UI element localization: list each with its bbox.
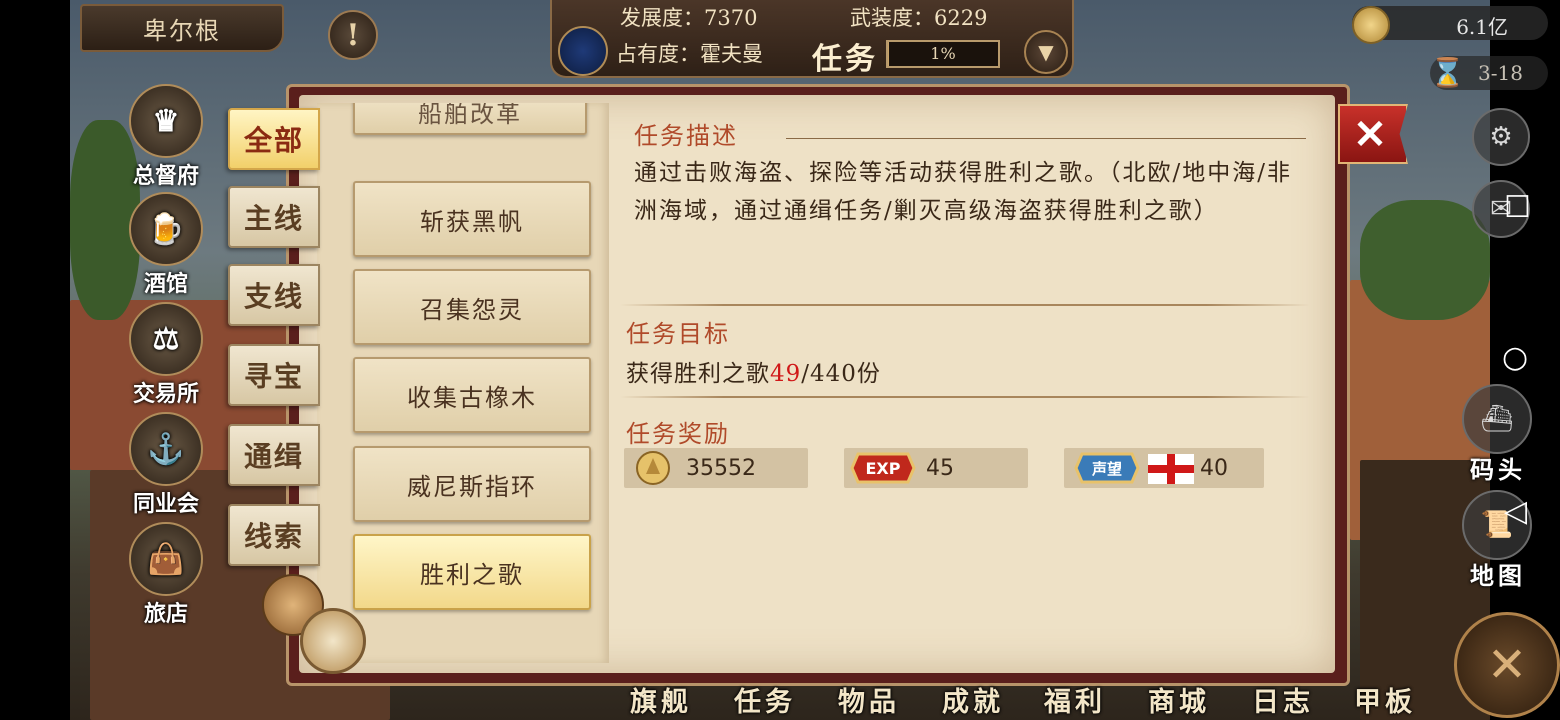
task-list-item-selected[interactable]: 胜利之歌 — [353, 534, 591, 610]
location-name[interactable]: 卑尔根 — [80, 4, 284, 52]
description-title: 任务描述 — [634, 122, 738, 150]
occupancy-stat: 占有度：霍夫曼 — [616, 42, 763, 66]
beer-mug-icon: 🍺 — [129, 192, 203, 266]
task-list-item[interactable]: 斩获黑帆 — [353, 181, 591, 257]
bottom-nav-tasks[interactable]: 任务 — [734, 680, 796, 719]
bottom-nav-items[interactable]: 物品 — [838, 680, 900, 719]
goal-current: 49 — [770, 361, 802, 387]
bottom-nav-deck[interactable]: 甲板 — [1354, 680, 1416, 719]
reward-exp[interactable]: EXP 45 — [844, 448, 1028, 488]
reward-reputation-value: 40 — [1200, 456, 1228, 481]
nav-governor[interactable]: ♛ 总督府 — [124, 84, 208, 190]
crossed-swords-icon[interactable]: ✕ — [1454, 612, 1560, 718]
date-display: ⌛ 3-18 — [1430, 56, 1548, 90]
date-value: 3-18 — [1478, 61, 1523, 85]
money-value: 6.1亿 — [1456, 15, 1508, 39]
bottom-nav-flagship[interactable]: 旗舰 — [630, 680, 692, 719]
reputation-badge-text: 声望 — [1091, 460, 1122, 478]
goal-prefix: 获得胜利之歌 — [626, 361, 770, 387]
reward-exp-value: 45 — [926, 456, 954, 481]
nav-guild[interactable]: ⚓ 同业会 — [124, 412, 208, 518]
occupancy-progress-bar: 1% — [886, 40, 1000, 68]
nav-inn[interactable]: 👜 旅店 — [124, 522, 208, 628]
tab-side[interactable]: 支线 — [228, 264, 320, 326]
reward-gold[interactable]: 35552 — [624, 448, 808, 488]
gold-coin-icon — [636, 451, 670, 485]
bottom-nav-shop[interactable]: 商城 — [1148, 680, 1210, 719]
reward-gold-value: 35552 — [686, 456, 756, 481]
development-stat: 发展度：7370 — [620, 6, 758, 30]
alert-icon[interactable]: ! — [328, 10, 378, 60]
tab-wanted[interactable]: 通缉 — [228, 424, 320, 486]
map-label[interactable]: 地图 — [1470, 556, 1526, 591]
scales-icon: ⚖ — [129, 302, 203, 376]
back-triangle-icon[interactable]: ◁ — [1504, 494, 1527, 529]
tab-main[interactable]: 主线 — [228, 186, 320, 248]
goal-suffix: /440份 — [801, 361, 881, 387]
close-icon[interactable]: ✕ — [1338, 104, 1408, 164]
bottom-nav-log[interactable]: 日志 — [1252, 680, 1314, 719]
task-list-item[interactable]: 收集古橡木 — [353, 357, 591, 433]
nav-tavern[interactable]: 🍺 酒馆 — [124, 192, 208, 298]
nation-flag-icon — [558, 26, 608, 76]
bag-icon: 👜 — [129, 522, 203, 596]
dock-label[interactable]: 码头 — [1470, 450, 1526, 485]
dock-icon[interactable]: ⛴ — [1462, 384, 1532, 454]
task-list-item[interactable]: 威尼斯指环 — [353, 446, 591, 522]
tab-treasure[interactable]: 寻宝 — [228, 344, 320, 406]
task-list-item[interactable]: 船舶改革 — [353, 103, 587, 135]
chevron-down-icon[interactable]: ▼ — [1024, 30, 1068, 74]
exp-badge-text: EXP — [866, 459, 901, 478]
page-title: 任务 — [812, 42, 878, 77]
left-black-bar — [0, 0, 70, 720]
reward-reputation[interactable]: 声望 40 — [1064, 448, 1264, 488]
exp-badge-icon: EXP — [850, 452, 916, 484]
goal-title: 任务目标 — [626, 320, 730, 348]
compass-icon[interactable] — [300, 608, 366, 674]
tab-clue[interactable]: 线索 — [228, 504, 320, 566]
home-circle-icon[interactable]: ○ — [1502, 340, 1528, 375]
task-list: 船舶改革 斩获黑帆 召集怨灵 收集古橡木 威尼斯指环 胜利之歌 — [317, 103, 609, 663]
nav-label: 酒馆 — [143, 271, 188, 297]
hourglass-icon: ⌛ — [1430, 56, 1465, 89]
goal-text: 获得胜利之歌49/440份 — [626, 354, 881, 388]
gold-coin-icon — [1352, 6, 1390, 44]
task-list-item[interactable]: 召集怨灵 — [353, 269, 591, 345]
divider — [620, 304, 1310, 306]
reward-title: 任务奖励 — [626, 420, 730, 448]
nav-label: 交易所 — [132, 381, 199, 407]
nav-label: 同业会 — [132, 491, 199, 517]
england-flag-icon — [1148, 454, 1194, 484]
settings-gear-icon[interactable]: ⚙ — [1472, 108, 1530, 166]
progress-text: 1% — [930, 44, 956, 63]
shield-anchor-icon: ⚓ — [129, 412, 203, 486]
title-underline — [786, 138, 1306, 139]
divider — [620, 396, 1310, 398]
description-text: 通过击败海盗、探险等活动获得胜利之歌。（北欧/地中海/非洲海域，通过通缉任务/剿… — [634, 160, 1292, 224]
bottom-nav-achievements[interactable]: 成就 — [942, 680, 1004, 719]
armament-stat: 武装度：6229 — [850, 6, 988, 30]
tab-all[interactable]: 全部 — [228, 108, 320, 170]
money-display: 6.1亿 — [1352, 6, 1548, 44]
bottom-nav-welfare[interactable]: 福利 — [1044, 680, 1106, 719]
nav-label: 总督府 — [132, 163, 199, 189]
recent-apps-icon[interactable]: ☐ — [1504, 190, 1531, 225]
top-header: 发展度：7370 武装度：6229 占有度：霍夫曼 任务 1% ▼ — [550, 0, 1074, 78]
nav-exchange[interactable]: ⚖ 交易所 — [124, 302, 208, 408]
crown-icon: ♛ — [129, 84, 203, 158]
nav-label: 旅店 — [143, 601, 188, 627]
reputation-badge-icon: 声望 — [1074, 452, 1140, 484]
